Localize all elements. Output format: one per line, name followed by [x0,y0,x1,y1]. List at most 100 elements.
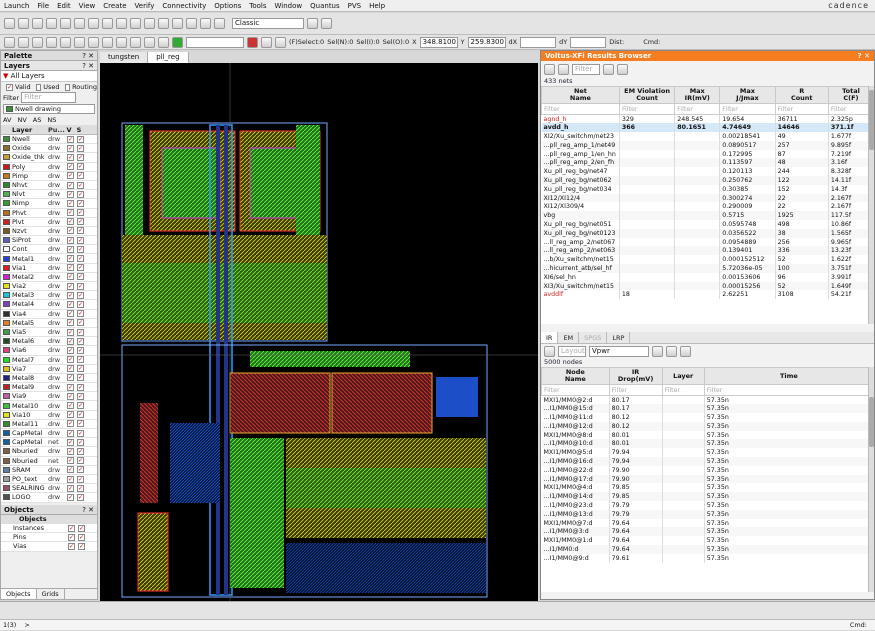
layer-row[interactable]: LOGO drw ✓ ✓ [1,493,97,503]
layer-row[interactable]: Metal5 drw ✓ ✓ [1,318,97,328]
redraw-icon[interactable] [186,18,197,29]
layer-visible-checkbox[interactable]: ✓ [67,153,74,161]
layer-visible-checkbox[interactable]: ✓ [67,365,74,373]
save-icon[interactable] [32,18,43,29]
layer-select-checkbox[interactable]: ✓ [77,209,84,217]
table-row[interactable]: Xu_pll_reg_bg/net062 0.250762 122 14.11f [541,176,874,185]
layer-select-checkbox[interactable]: ✓ [77,356,84,364]
table-row[interactable]: ...I1/MM0@11:d 80.12 57.35n [541,413,874,422]
object-row[interactable]: Pins ✓ ✓ [1,533,97,543]
layer-visible-checkbox[interactable]: ✓ [67,144,74,152]
table-row[interactable]: ...pll_reg_amp_1/net49 0.0890517 257 9.895f [541,140,874,150]
object-visible-checkbox[interactable]: ✓ [68,542,75,550]
layer-visible-checkbox[interactable]: ✓ [67,447,74,455]
table-row[interactable]: ...hicurrent_atb/sel_hf 5.72036e-05 100 3.7… [541,264,874,273]
fit-icon[interactable] [172,18,183,29]
column-header[interactable]: Node Name [541,367,610,385]
layer-row[interactable]: Plvt drw ✓ ✓ [1,217,97,227]
layer-select-checkbox[interactable]: ✓ [77,383,84,391]
layer-visible-checkbox[interactable]: ✓ [67,337,74,345]
layer-row[interactable]: Metal2 drw ✓ ✓ [1,272,97,282]
table-row[interactable]: MXI1/MM0@7:d 79.64 57.35n [541,518,874,528]
layer-select-checkbox[interactable]: ✓ [77,438,84,446]
column-header[interactable]: Total C(F) [827,86,874,104]
table-row[interactable]: ...I1/MM0@12:d 80.12 57.35n [541,421,874,431]
layer-select-checkbox[interactable]: ✓ [77,144,84,152]
layer-select-checkbox[interactable]: ✓ [77,447,84,455]
layer-select-checkbox[interactable]: ✓ [77,310,84,318]
layer-visible-checkbox[interactable]: ✓ [67,402,74,410]
layer-row[interactable]: Pimp drw ✓ ✓ [1,171,97,181]
tree-icon[interactable] [558,63,569,75]
table-row[interactable]: ...I1/MM0@3:d 79.64 57.35n [541,527,874,537]
layer-row[interactable]: Via2 drw ✓ ✓ [1,282,97,292]
layer-row[interactable]: Oxide_thk drw ✓ ✓ [1,153,97,163]
menu-connectivity[interactable]: Connectivity [158,2,210,10]
cross-icon[interactable] [46,36,57,48]
search-icon[interactable] [200,18,211,29]
all-layers-select[interactable]: ▼ All Layers [1,71,97,82]
layer-select-checkbox[interactable]: ✓ [77,365,84,373]
y-field[interactable]: 259.8300 [467,36,506,48]
table-row[interactable]: Xu_pll_reg_bg/net034 0.30385 152 14.3f [541,184,874,194]
layer-select-checkbox[interactable]: ✓ [77,273,84,281]
layer-row[interactable]: Nburied drw ✓ ✓ [1,447,97,457]
used-checkbox[interactable] [35,83,42,91]
layer-visible-checkbox[interactable]: ✓ [67,457,74,465]
tab-pll-reg[interactable]: pll_reg [148,52,189,63]
layer-visible-checkbox[interactable]: ✓ [67,190,74,198]
layer-select-checkbox[interactable]: ✓ [77,484,84,492]
layer-select-checkbox[interactable]: ✓ [77,374,84,382]
layer-row[interactable]: Nhvt drw ✓ ✓ [1,180,97,191]
properties-icon[interactable] [130,18,141,29]
table-row[interactable]: MXI1/MM0@4:d 79.85 57.35n [541,483,874,493]
column-header[interactable]: Net Name [541,86,620,104]
info-icon[interactable] [617,63,628,75]
delete-icon[interactable] [116,18,127,29]
layer-row[interactable]: Poly drw ✓ ✓ [1,162,97,172]
path-icon[interactable] [88,36,99,48]
layer-select-checkbox[interactable]: ✓ [77,429,84,437]
zoom-out-icon[interactable] [158,18,169,29]
layer-row[interactable]: Via5 drw ✓ ✓ [1,327,97,338]
object-visible-checkbox[interactable]: ✓ [68,533,75,541]
layer-select-checkbox[interactable]: ✓ [77,392,84,400]
results-filter-input[interactable]: Filter [572,63,600,75]
table-row[interactable]: ...I1/MM0@9:d 79.61 57.35n [541,553,874,563]
table-row[interactable]: ...I1/MM0@15:d 80.17 57.35n [541,404,874,414]
table-row[interactable]: ...pll_reg_amp_2/en_fh 0.113597 48 3.16f [541,158,874,168]
layer-select-checkbox[interactable]: ✓ [77,420,84,428]
layer-visible-checkbox[interactable]: ✓ [67,346,74,354]
layer-visible-checkbox[interactable]: ✓ [67,291,74,299]
ruler-icon[interactable] [214,18,225,29]
table-row[interactable]: MXI1/MM0@5:d 79.94 57.35n [541,448,874,458]
net-select[interactable]: Vpwr [589,345,649,357]
layer-select-checkbox[interactable]: ✓ [77,457,84,465]
copy-icon[interactable] [74,18,85,29]
dx-field[interactable] [520,36,557,48]
layer-row[interactable]: SRAM drw ✓ ✓ [1,465,97,475]
column-filter-input[interactable]: Filter [541,103,620,115]
highlight-icon[interactable] [680,345,691,357]
close-icon[interactable]: ? ✕ [82,505,94,515]
object-select-checkbox[interactable]: ✓ [78,533,85,541]
inst-icon[interactable] [116,36,127,48]
layer-row[interactable]: SEALRING drw ✓ ✓ [1,484,97,494]
layer-row[interactable]: CapMetal net ✓ ✓ [1,438,97,448]
table-row[interactable]: ...I1/MM0:d 79.64 57.35n [541,545,874,554]
layer-select-checkbox[interactable]: ✓ [77,337,84,345]
layer-visible-checkbox[interactable]: ✓ [67,199,74,207]
table-row[interactable]: ...ll_reg_amp_2/net063 0.139401 336 13.23f [541,246,874,256]
layer-select-checkbox[interactable]: ✓ [77,135,84,143]
dy-field[interactable] [570,36,607,48]
close-icon[interactable]: ? ✕ [858,51,870,61]
table-row[interactable]: ...I1/MM0@16:d 79.94 57.35n [541,457,874,466]
layer-select-checkbox[interactable]: ✓ [77,236,84,244]
layer-select-checkbox[interactable]: ✓ [77,319,84,327]
layer-select-checkbox[interactable]: ✓ [77,300,84,308]
table-row[interactable]: agnd_h 329 248.545 19.654 36711 2.325p [541,114,874,124]
layout-button[interactable]: Layout [558,345,586,357]
table-row[interactable]: MXI1/MM0@1:d 79.64 57.35n [541,536,874,546]
move-icon[interactable] [88,18,99,29]
column-filter-input[interactable]: Filter [703,384,874,396]
